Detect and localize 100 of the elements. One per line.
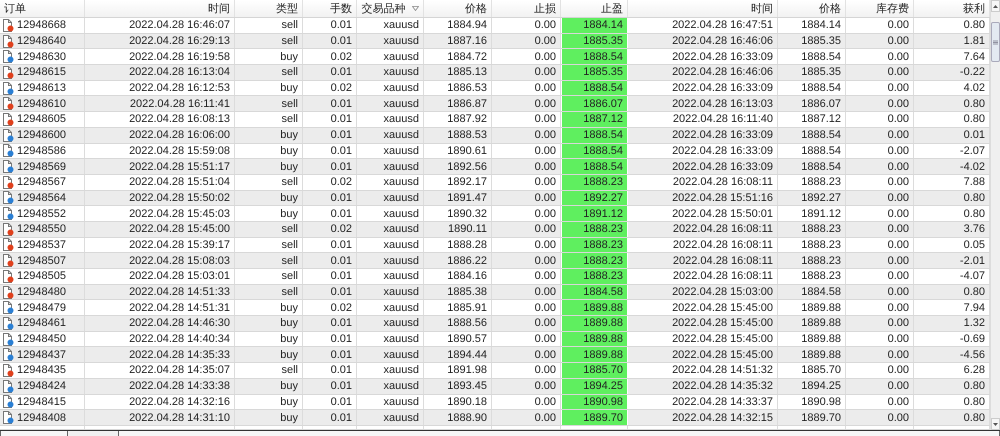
table-cell: 0.01 — [303, 316, 357, 331]
table-cell: 0.01 — [303, 363, 357, 378]
column-header[interactable]: 类型 — [235, 0, 303, 17]
table-cell: 1885.13 — [424, 65, 492, 80]
scroll-down-button[interactable] — [991, 418, 1000, 430]
column-header[interactable]: 价格 — [424, 0, 492, 17]
column-header[interactable]: 库存费 — [846, 0, 914, 17]
scroll-up-button[interactable] — [991, 0, 1000, 12]
table-cell: 1888.23 — [561, 269, 628, 284]
table-cell: 2022.04.28 16:08:11 — [628, 222, 778, 237]
table-cell: 0.00 — [846, 128, 914, 142]
table-cell: 12948480 — [17, 286, 66, 298]
table-cell: 2022.04.28 14:35:32 — [628, 378, 778, 394]
table-cell: 2022.04.28 15:45:03 — [85, 206, 235, 221]
tab[interactable] — [0, 431, 68, 436]
table-cell: 1890.18 — [424, 394, 492, 410]
table-cell: 2022.04.28 16:33:09 — [628, 159, 778, 174]
scrollbar-thumb[interactable] — [991, 22, 1000, 62]
table-cell: 2022.04.28 16:47:51 — [628, 18, 778, 33]
table-cell: 0.01 — [303, 18, 357, 33]
table-cell: 0.01 — [303, 253, 357, 268]
table-cell: buy — [235, 128, 303, 142]
table-cell: buy — [235, 378, 303, 394]
table-cell: sell — [235, 238, 303, 252]
column-header[interactable]: 订单 — [0, 0, 85, 17]
table-cell: 12948424 — [17, 380, 66, 392]
table-cell: sell — [235, 284, 303, 300]
table-cell: xauusd — [357, 253, 424, 268]
table-cell: 1891.12 — [561, 206, 628, 221]
table-cell: 2022.04.28 16:33:09 — [628, 80, 778, 96]
table-cell: 1889.88 — [778, 300, 846, 316]
table-cell: 2022.04.28 15:51:17 — [85, 159, 235, 174]
table-cell: xauusd — [357, 206, 424, 221]
table-cell: 12948505 — [17, 270, 66, 282]
table-cell: 1894.25 — [561, 378, 628, 394]
table-cell: buy — [235, 190, 303, 206]
table-cell: 0.00 — [846, 410, 914, 425]
table-cell: 2022.04.28 14:51:32 — [628, 363, 778, 378]
table-cell: 0.00 — [846, 238, 914, 252]
table-cell: 12948479 — [17, 302, 66, 314]
table-cell: 1884.14 — [778, 18, 846, 33]
table-cell: sell — [235, 18, 303, 33]
table-cell: 12948610 — [17, 98, 66, 110]
column-header[interactable]: 价格 — [778, 0, 846, 17]
column-header[interactable]: 手数 — [303, 0, 357, 17]
table-cell: 0.00 — [846, 363, 914, 378]
table-cell: 12948605 — [17, 113, 66, 126]
table-cell: 1891.98 — [424, 363, 492, 378]
table-cell: xauusd — [357, 269, 424, 284]
table-cell: 12948408 — [17, 412, 66, 424]
table-cell: 1885.35 — [778, 65, 846, 80]
table-cell: 0.00 — [846, 34, 914, 48]
table-cell: 0.00 — [846, 300, 914, 316]
table-cell: 0.00 — [846, 96, 914, 112]
table-cell: 1886.53 — [424, 80, 492, 96]
table-cell: 0.02 — [303, 222, 357, 237]
table-cell: 1888.56 — [424, 316, 492, 331]
table-cell: 0.00 — [846, 316, 914, 331]
table-cell: xauusd — [357, 34, 424, 48]
table-cell: 2022.04.28 16:13:04 — [85, 65, 235, 80]
table-cell: sell — [235, 112, 303, 127]
table-cell: 1888.53 — [424, 128, 492, 142]
table-cell: xauusd — [357, 394, 424, 410]
table-cell: 0.01 — [303, 394, 357, 410]
table-cell: 1884.14 — [561, 18, 628, 33]
table-cell: 12948564 — [17, 192, 66, 204]
table-cell: 2022.04.28 16:46:06 — [628, 34, 778, 48]
table-cell: 2022.04.28 14:32:16 — [85, 394, 235, 410]
table-cell: 0.00 — [846, 206, 914, 221]
table-cell: 1888.54 — [778, 128, 846, 142]
table-cell: 1890.32 — [424, 206, 492, 221]
table-cell: 1892.27 — [778, 190, 846, 206]
column-header[interactable]: 交易品种 — [357, 0, 424, 17]
table-cell: 1886.07 — [778, 96, 846, 112]
table-cell: 12948668 — [17, 19, 66, 32]
table-cell: xauusd — [357, 316, 424, 331]
table-cell: buy — [235, 316, 303, 331]
table-cell: 2022.04.28 16:29:13 — [85, 34, 235, 48]
table-cell: 1889.88 — [778, 332, 846, 346]
table-cell: xauusd — [357, 378, 424, 394]
table-cell: 2022.04.28 14:35:33 — [85, 347, 235, 362]
table-cell: 0.02 — [303, 300, 357, 316]
table-cell: 1887.12 — [778, 112, 846, 127]
table-cell: 1892.17 — [424, 174, 492, 190]
table-cell: xauusd — [357, 300, 424, 316]
column-header[interactable]: 止盈 — [561, 0, 628, 17]
table-cell: 1885.35 — [561, 34, 628, 48]
table-cell: 1888.54 — [778, 159, 846, 174]
table-cell: 0.00 — [846, 112, 914, 127]
table-cell: 0.00 — [846, 269, 914, 284]
column-header[interactable]: 时间 — [628, 0, 778, 17]
table-cell: 1884.72 — [424, 49, 492, 64]
column-header[interactable]: 时间 — [85, 0, 235, 17]
table-cell: 2022.04.28 14:33:37 — [628, 394, 778, 410]
table-cell: xauusd — [357, 80, 424, 96]
column-header[interactable]: 止损 — [492, 0, 561, 17]
table-cell: xauusd — [357, 65, 424, 80]
table-cell: 0.02 — [303, 174, 357, 190]
table-cell: 1890.98 — [561, 394, 628, 410]
table-cell: 2022.04.28 16:33:09 — [628, 49, 778, 64]
